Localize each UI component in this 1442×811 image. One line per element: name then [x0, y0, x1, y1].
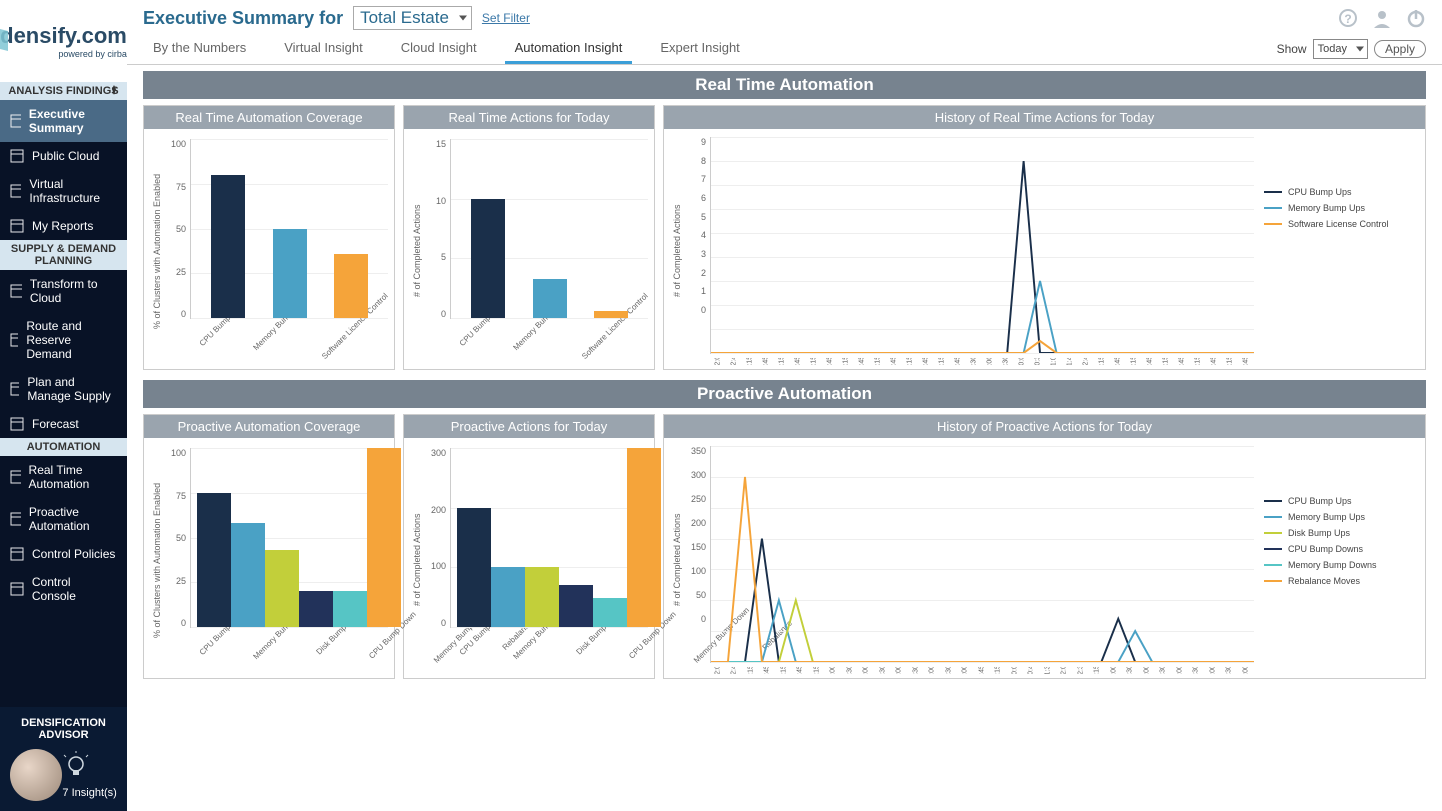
tab-virtual-insight[interactable]: Virtual Insight — [274, 34, 373, 64]
tab-by-the-numbers[interactable]: By the Numbers — [143, 34, 256, 64]
sidebar-item-forecast[interactable]: Forecast — [0, 410, 127, 438]
logo: densify.com powered by cirba — [0, 0, 127, 82]
power-icon[interactable] — [1406, 8, 1426, 28]
logo-sub: powered by cirba — [0, 49, 127, 59]
card-rt-history: History of Real Time Actions for Today# … — [663, 105, 1426, 370]
tab-cloud-insight[interactable]: Cloud Insight — [391, 34, 487, 64]
page-title: Executive Summary for — [143, 8, 343, 29]
card-pa-actions: Proactive Actions for Today# of Complete… — [403, 414, 655, 679]
lightbulb-icon[interactable] — [62, 751, 116, 781]
section-realtime: Real Time Automation — [143, 71, 1426, 99]
sidebar-item-real-time-automation[interactable]: Real Time Automation — [0, 456, 127, 498]
advisor-panel: DENSIFICATION ADVISOR 7 Insight(s) — [0, 707, 127, 811]
card-pa-coverage: Proactive Automation Coverage% of Cluste… — [143, 414, 395, 679]
pin-icon[interactable] — [109, 85, 119, 95]
advisor-avatar[interactable] — [10, 749, 62, 801]
sidebar-item-control-console[interactable]: Control Console — [0, 568, 127, 610]
logo-text: densify.com — [0, 23, 127, 49]
sidebar-item-executive-summary[interactable]: Executive Summary — [0, 100, 127, 142]
user-icon[interactable] — [1372, 8, 1392, 28]
sidebar-item-public-cloud[interactable]: Public Cloud — [0, 142, 127, 170]
sidebar-item-virtual-infrastructure[interactable]: Virtual Infrastructure — [0, 170, 127, 212]
svg-text:?: ? — [1344, 12, 1351, 26]
topbar: Executive Summary for Total Estate Set F… — [127, 0, 1442, 34]
sidebar-item-plan-and-manage-supply[interactable]: Plan and Manage Supply — [0, 368, 127, 410]
tabs: By the Numbers Virtual Insight Cloud Insig… — [127, 34, 1442, 65]
estate-select[interactable]: Total Estate — [353, 6, 472, 30]
show-label: Show — [1277, 42, 1307, 56]
card-rt-coverage: Real Time Automation Coverage% of Cluste… — [143, 105, 395, 370]
tab-automation-insight[interactable]: Automation Insight — [505, 34, 633, 64]
tab-expert-insight[interactable]: Expert Insight — [650, 34, 750, 64]
sidebar-item-proactive-automation[interactable]: Proactive Automation — [0, 498, 127, 540]
help-icon[interactable]: ? — [1338, 8, 1358, 28]
sidebar: densify.com powered by cirba ANALYSIS FI… — [0, 0, 127, 811]
advisor-title: DENSIFICATION ADVISOR — [10, 717, 117, 741]
insight-count: 7 Insight(s) — [62, 787, 116, 799]
sidebar-section-automation: AUTOMATION — [0, 438, 127, 456]
logo-icon — [0, 21, 16, 55]
sidebar-section-supply: SUPPLY & DEMAND PLANNING — [0, 240, 127, 270]
sidebar-item-route-and-reserve-demand[interactable]: Route and Reserve Demand — [0, 312, 127, 368]
show-select[interactable]: Today — [1313, 39, 1368, 59]
sidebar-section-analysis: ANALYSIS FINDINGS — [0, 82, 127, 100]
apply-button[interactable]: Apply — [1374, 40, 1426, 58]
sidebar-item-my-reports[interactable]: My Reports — [0, 212, 127, 240]
content: Real Time Automation Real Time Automatio… — [127, 65, 1442, 811]
card-pa-history: History of Proactive Actions for Today# … — [663, 414, 1426, 679]
sidebar-item-control-policies[interactable]: Control Policies — [0, 540, 127, 568]
section-proactive: Proactive Automation — [143, 380, 1426, 408]
set-filter-link[interactable]: Set Filter — [482, 11, 530, 25]
card-rt-actions: Real Time Actions for Today# of Complete… — [403, 105, 655, 370]
sidebar-item-transform-to-cloud[interactable]: Transform to Cloud — [0, 270, 127, 312]
